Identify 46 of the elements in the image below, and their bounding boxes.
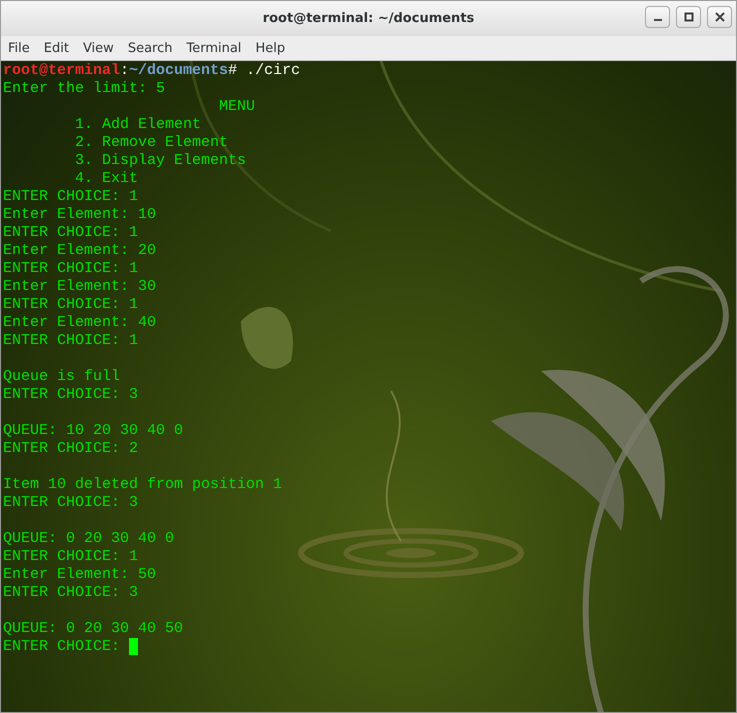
output-line: Enter Element: 30: [3, 278, 156, 296]
output-line: ENTER CHOICE: 3: [3, 584, 138, 602]
menu-option-line: 2. Remove Element: [75, 134, 228, 152]
output-line: Enter Element: 50: [3, 566, 156, 584]
close-button[interactable]: [707, 6, 732, 28]
output-line: ENTER CHOICE: 2: [3, 440, 138, 458]
prompt-user-host: root@terminal: [3, 62, 120, 80]
output-line: ENTER CHOICE: 1: [3, 548, 138, 566]
menu-option-line: 3. Display Elements: [75, 152, 246, 170]
prompt-path: ~/documents: [129, 62, 228, 80]
menu-item[interactable]: File: [1, 40, 37, 56]
output-line: ENTER CHOICE: 1: [3, 332, 138, 350]
menu-item[interactable]: Help: [248, 40, 292, 56]
maximize-icon: [684, 12, 694, 22]
output-line: ENTER CHOICE: 1: [3, 224, 138, 242]
prompt-symbol: #: [228, 62, 238, 80]
output-line: Queue is full: [3, 368, 120, 386]
output-line: ENTER CHOICE: 1: [3, 188, 138, 206]
maximize-button[interactable]: [676, 6, 701, 28]
minimize-button[interactable]: [645, 6, 670, 28]
prompt-separator: :: [120, 62, 130, 80]
window-title: root@terminal: ~/documents: [262, 11, 474, 26]
output-line: QUEUE: 0 20 30 40 0: [3, 530, 174, 548]
menu-item[interactable]: Search: [120, 40, 180, 56]
output-line: ENTER CHOICE: 1: [3, 296, 138, 314]
close-icon: [714, 12, 724, 22]
output-line: Enter Element: 10: [3, 206, 156, 224]
output-line: ENTER CHOICE: 3: [3, 494, 138, 512]
menu-option-line: 4. Exit: [75, 170, 138, 188]
output-line: QUEUE: 0 20 30 40 50: [3, 620, 184, 638]
output-line: QUEUE: 10 20 30 40 0: [3, 422, 184, 440]
menu-item[interactable]: Terminal: [179, 40, 248, 56]
output-line: ENTER CHOICE: 3: [3, 386, 138, 404]
output-line: Item 10 deleted from position 1: [3, 476, 282, 494]
output-line: Enter Element: 20: [3, 242, 156, 260]
output-line: Enter the limit: 5: [3, 80, 166, 98]
menu-item[interactable]: Edit: [36, 40, 76, 56]
menu-option-line: 1. Add Element: [75, 116, 202, 134]
text-cursor: [129, 638, 138, 655]
command-text: ./circ: [246, 62, 300, 80]
minimize-icon: [654, 19, 662, 21]
menu-item[interactable]: View: [76, 40, 121, 56]
output-line: Enter Element: 40: [3, 314, 156, 332]
output-line: ENTER CHOICE: 1: [3, 260, 138, 278]
menu-heading: MENU: [219, 98, 256, 116]
input-prompt: ENTER CHOICE:: [3, 638, 120, 656]
